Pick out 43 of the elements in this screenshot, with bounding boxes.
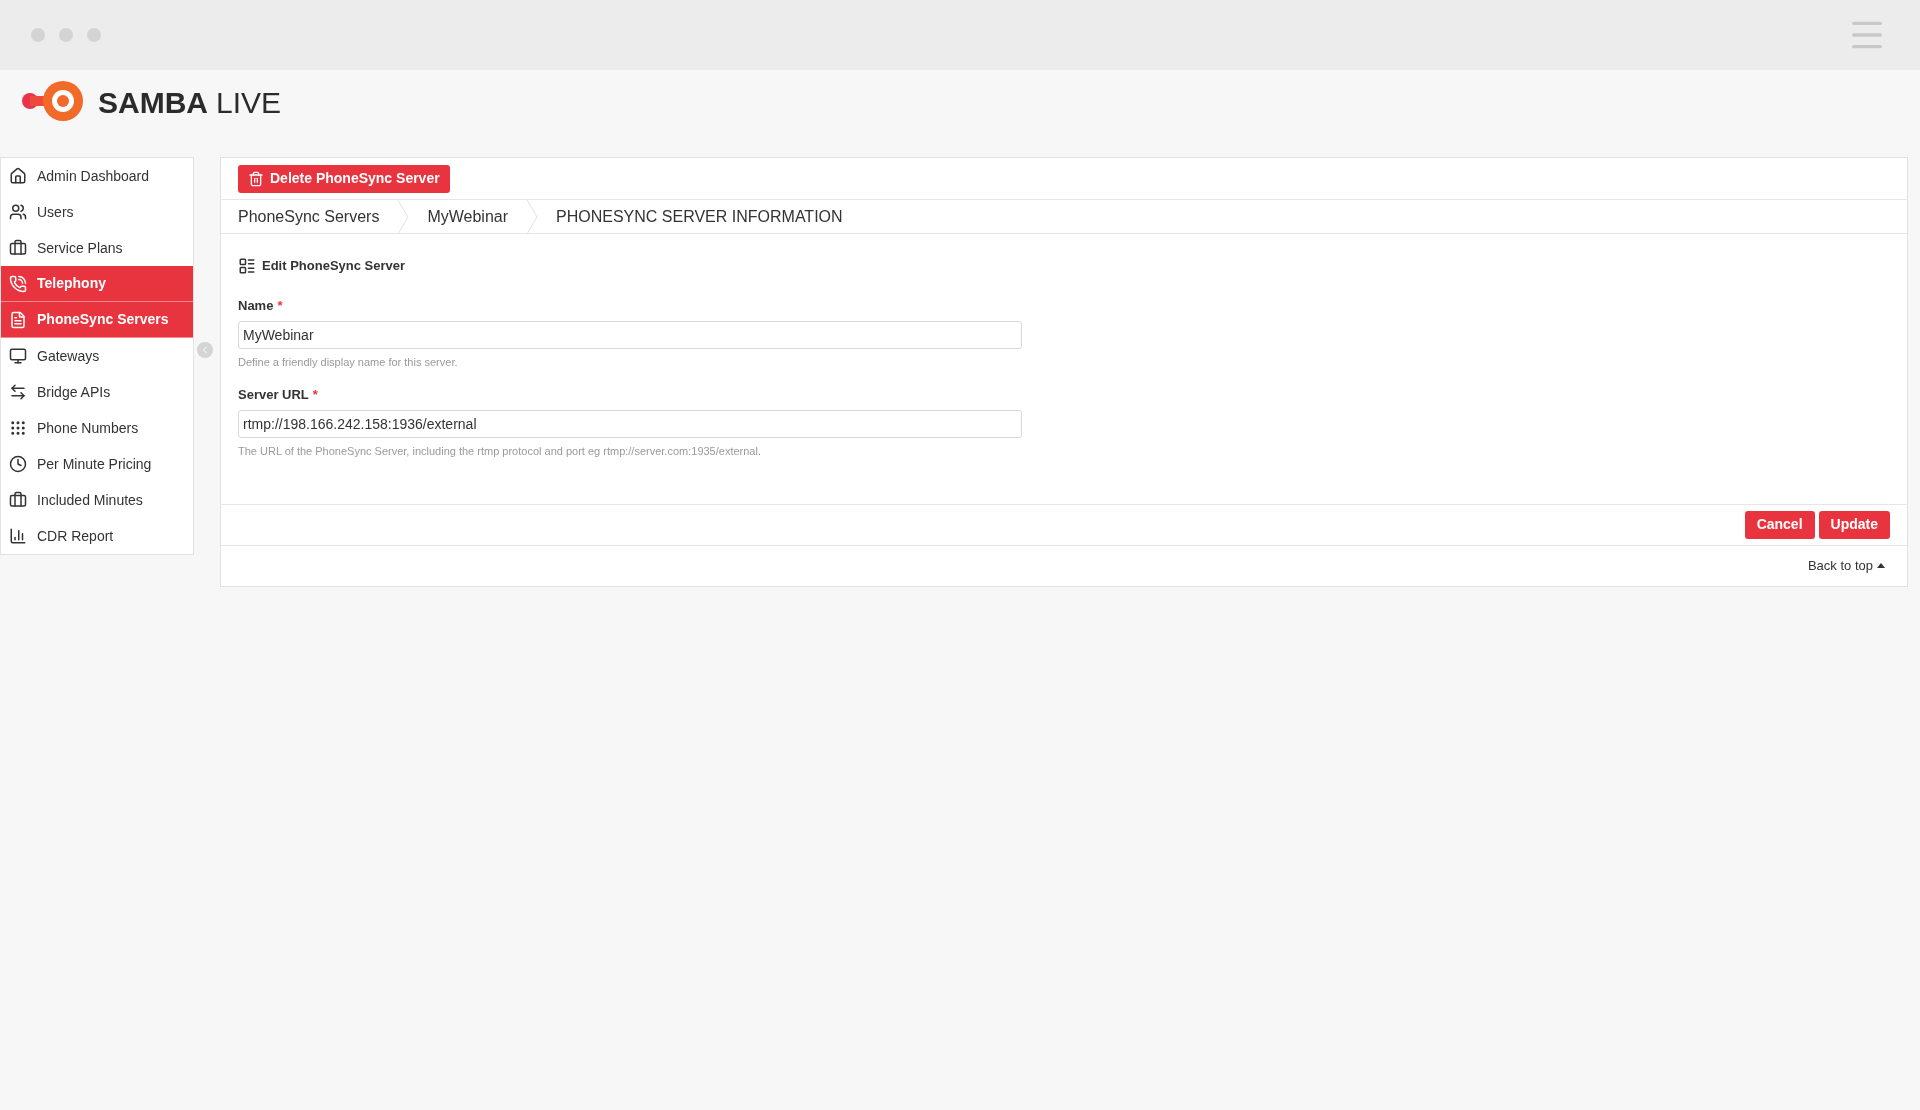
required-mark: * xyxy=(277,296,283,315)
form-icon xyxy=(238,256,256,275)
delete-button[interactable]: Delete PhoneSync Server xyxy=(238,164,450,193)
sidebar-item[interactable]: Per Minute Pricing xyxy=(1,446,193,482)
briefcase-icon xyxy=(9,239,27,257)
required-mark: * xyxy=(312,385,318,404)
house-icon xyxy=(9,167,27,185)
sidebar-item[interactable]: Users xyxy=(1,194,193,230)
input-field[interactable]: rtmp://198.166.242.158:1936/external xyxy=(238,410,1022,438)
document-icon xyxy=(9,310,27,329)
phone-icon xyxy=(9,274,27,293)
field-label: Name xyxy=(238,296,274,315)
form-title: Edit PhoneSync Server xyxy=(262,257,406,275)
sidebar-item[interactable]: Admin Dashboard xyxy=(1,158,193,194)
sidebar-item[interactable]: PhoneSync Servers xyxy=(1,302,193,338)
sidebar-item[interactable]: Phone Numbers xyxy=(1,410,193,446)
field-label: Server URL xyxy=(238,385,309,404)
caret-up-icon xyxy=(1877,563,1885,568)
sidebar-item[interactable]: CDR Report xyxy=(1,518,193,554)
clock-icon xyxy=(9,455,27,473)
action-button[interactable]: Update xyxy=(1818,510,1890,539)
collapse-sidebar-button[interactable] xyxy=(197,342,213,358)
logo-suffix-text: LIVE xyxy=(216,85,282,121)
breadcrumb-link[interactable]: PhoneSync Servers xyxy=(221,200,398,233)
sidebar-item[interactable]: Service Plans xyxy=(1,230,193,266)
action-button[interactable]: Cancel xyxy=(1744,510,1815,539)
sidebar-item[interactable]: Bridge APIs xyxy=(1,374,193,410)
users-icon xyxy=(9,203,27,221)
help-text: The URL of the PhoneSync Server, including the rtmp protocol and port eg rtmp://server.com:1935/external. xyxy=(238,444,762,459)
sidebar-item[interactable]: Included Minutes xyxy=(1,482,193,518)
sidebar-item[interactable]: Telephony xyxy=(1,266,193,302)
input-field[interactable]: MyWebinar xyxy=(238,321,1022,349)
sidebar-item[interactable]: Gateways xyxy=(1,338,193,374)
help-text: Define a friendly display name for this server. xyxy=(238,355,459,370)
breadcrumb-link[interactable]: MyWebinar xyxy=(409,200,527,233)
logo-text: SAMBA xyxy=(98,85,208,121)
bar-chart-icon xyxy=(9,527,27,545)
back-to-top-link[interactable]: Back to top xyxy=(1807,555,1885,576)
keypad-icon xyxy=(9,419,27,437)
arrows-icon xyxy=(9,383,27,401)
briefcase-icon xyxy=(9,491,27,509)
logo-icon xyxy=(20,80,86,122)
monitor-icon xyxy=(9,347,27,365)
